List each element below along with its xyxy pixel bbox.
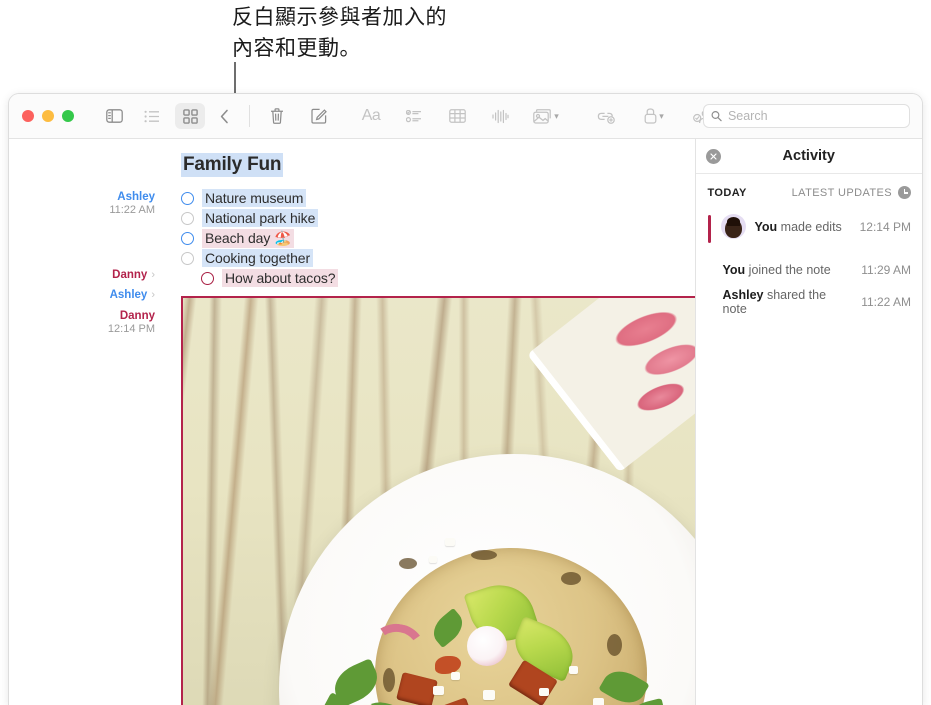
activity-actor: You bbox=[754, 219, 778, 234]
checkbox-circle-icon[interactable] bbox=[181, 251, 194, 265]
activity-timestamp: 12:14 PM bbox=[859, 219, 911, 234]
checkbox-circle-icon[interactable] bbox=[181, 191, 194, 205]
gallery-view-icon[interactable] bbox=[175, 103, 205, 129]
taco-photo[interactable] bbox=[181, 296, 695, 705]
gutter-disclosure-icon[interactable]: › bbox=[151, 269, 155, 281]
unread-indicator-bar bbox=[707, 215, 711, 243]
checklist-item-label: Cooking together bbox=[202, 249, 314, 267]
latest-updates-control[interactable]: LATEST UPDATES bbox=[792, 186, 911, 199]
activity-sidebar: Activity TODAY LATEST UPDATES You made e… bbox=[694, 139, 923, 705]
avatar bbox=[720, 214, 746, 239]
audio-waveform-icon[interactable] bbox=[485, 103, 515, 129]
close-x-glyph bbox=[709, 153, 717, 160]
list-view-icon[interactable] bbox=[137, 103, 167, 129]
activity-action: joined the note bbox=[745, 263, 831, 277]
search-input[interactable] bbox=[727, 109, 902, 123]
table-icon[interactable] bbox=[442, 103, 472, 129]
activity-entry-text: You made edits bbox=[755, 220, 851, 234]
activity-entry-text: Ashley shared the note bbox=[723, 288, 854, 316]
callout-annotation-text: 反白顯示參與者加入的 內容和更動。 bbox=[232, 5, 447, 60]
traffic-lights bbox=[22, 110, 74, 122]
gutter-author-name: Danny bbox=[119, 310, 155, 322]
latest-updates-label: LATEST UPDATES bbox=[791, 186, 892, 199]
checkbox-circle-icon[interactable] bbox=[181, 231, 194, 245]
sidebar-toggle-icon[interactable] bbox=[99, 103, 129, 129]
gutter-disclosure-icon[interactable]: › bbox=[151, 289, 155, 301]
gutter-entry[interactable]: Ashley › bbox=[110, 289, 155, 302]
note-checklist[interactable]: Nature museum National park hike Beach d… bbox=[181, 188, 695, 288]
activity-header: Activity bbox=[695, 139, 922, 174]
checklist-item[interactable]: How about tacos? bbox=[201, 268, 695, 288]
activity-entry[interactable]: Ashley shared the note 11:22 AM bbox=[696, 285, 923, 319]
toolbar-separator-1 bbox=[249, 105, 250, 127]
format-text-label: Aa bbox=[361, 107, 381, 124]
gutter-author-name: Ashley bbox=[109, 289, 148, 301]
activity-actor: Ashley bbox=[722, 288, 764, 302]
minimize-window-button[interactable] bbox=[42, 110, 54, 122]
activity-actor: You bbox=[722, 263, 746, 277]
clock-icon bbox=[898, 186, 911, 199]
gutter-entry[interactable]: Danny 12:14 PM bbox=[108, 310, 155, 336]
checklist-item[interactable]: Nature museum bbox=[181, 188, 695, 208]
today-label: TODAY bbox=[707, 186, 747, 199]
checkbox-circle-icon[interactable] bbox=[181, 211, 194, 225]
checklist-item-label: Beach day 🏖️ bbox=[202, 228, 295, 248]
search-icon bbox=[711, 111, 722, 122]
media-icon[interactable]: ▾ bbox=[531, 103, 561, 129]
gutter-author-name: Ashley bbox=[117, 191, 155, 203]
gutter-entry[interactable]: Danny › bbox=[112, 269, 155, 282]
media-chevron-down-icon[interactable]: ▾ bbox=[554, 111, 559, 122]
checklist-item[interactable]: Beach day 🏖️ bbox=[181, 228, 695, 248]
window-toolbar: Aa ▾ ▾ Search bbox=[9, 94, 922, 139]
checklist-item[interactable]: Cooking together bbox=[181, 248, 695, 268]
maximize-window-button[interactable] bbox=[62, 110, 74, 122]
lock-chevron-down-icon[interactable]: ▾ bbox=[659, 111, 664, 122]
note-title[interactable]: Family Fun bbox=[181, 153, 284, 177]
close-window-button[interactable] bbox=[22, 110, 34, 122]
checklist-icon[interactable] bbox=[399, 103, 429, 129]
activity-entry-featured[interactable]: You made edits 12:14 PM bbox=[696, 203, 923, 250]
window-body: Ashley 11:22 AM Danny › Ashley › Danny 12:… bbox=[9, 139, 922, 705]
checkbox-circle-icon[interactable] bbox=[201, 271, 214, 285]
search-field[interactable] bbox=[703, 104, 910, 128]
gutter-author-name: Danny bbox=[112, 269, 148, 281]
back-chevron-icon[interactable] bbox=[209, 103, 239, 129]
activity-timestamp: 11:29 AM bbox=[861, 263, 911, 277]
activity-entry-text: You joined the note bbox=[723, 263, 854, 277]
delete-icon[interactable] bbox=[262, 103, 292, 129]
photo-radish bbox=[467, 626, 507, 666]
format-text-icon[interactable]: Aa bbox=[356, 103, 386, 129]
note-editor[interactable]: Ashley 11:22 AM Danny › Ashley › Danny 12:… bbox=[9, 139, 695, 705]
checklist-item-label: National park hike bbox=[202, 209, 319, 227]
checklist-item[interactable]: National park hike bbox=[181, 208, 695, 228]
checklist-item-label: How about tacos? bbox=[222, 269, 339, 287]
activity-action: made edits bbox=[777, 219, 842, 234]
checklist-item-label: Nature museum bbox=[202, 189, 307, 207]
activity-subheader: TODAY LATEST UPDATES bbox=[696, 174, 923, 203]
gutter-entry[interactable]: Ashley 11:22 AM bbox=[109, 191, 155, 217]
lock-icon[interactable]: ▾ bbox=[639, 103, 669, 129]
gutter-timestamp: 12:14 PM bbox=[107, 323, 155, 335]
note-content[interactable]: Family Fun Nature museum National park h… bbox=[181, 139, 695, 705]
gutter-timestamp: 11:22 AM bbox=[109, 204, 155, 216]
add-link-icon[interactable] bbox=[591, 103, 621, 129]
activity-title: Activity bbox=[782, 148, 835, 164]
notes-window: Aa ▾ ▾ Search Ashley 11:22 AM Danny › As… bbox=[8, 93, 923, 705]
activity-entry[interactable]: You joined the note 11:29 AM bbox=[696, 260, 923, 280]
compose-note-icon[interactable] bbox=[304, 103, 334, 129]
close-icon[interactable] bbox=[705, 149, 721, 164]
activity-timestamp: 11:22 AM bbox=[861, 295, 911, 309]
